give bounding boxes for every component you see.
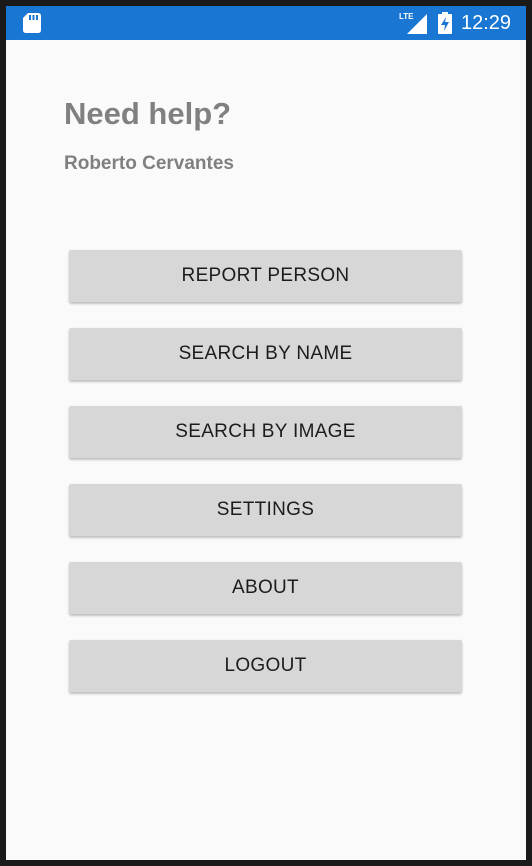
search-by-image-button[interactable]: SEARCH BY IMAGE xyxy=(69,406,462,458)
search-by-name-button[interactable]: SEARCH BY NAME xyxy=(69,328,462,380)
battery-charging-icon xyxy=(438,12,452,34)
main-menu: REPORT PERSON SEARCH BY NAME SEARCH BY I… xyxy=(69,250,462,718)
user-name: Roberto Cervantes xyxy=(64,153,234,174)
lte-signal-icon: LTE xyxy=(399,12,427,34)
app-screen: LTE 12:29 Need help? Roberto Cervantes R… xyxy=(6,6,526,860)
main-content: Need help? Roberto Cervantes REPORT PERS… xyxy=(6,40,526,860)
status-bar: LTE 12:29 xyxy=(6,6,526,40)
sd-card-icon xyxy=(23,13,41,33)
page-title: Need help? xyxy=(64,96,232,131)
report-person-button[interactable]: REPORT PERSON xyxy=(69,250,462,302)
status-time: 12:29 xyxy=(461,12,512,34)
settings-button[interactable]: SETTINGS xyxy=(69,484,462,536)
network-type-label: LTE xyxy=(399,12,414,21)
about-button[interactable]: ABOUT xyxy=(69,562,462,614)
logout-button[interactable]: LOGOUT xyxy=(69,640,462,692)
